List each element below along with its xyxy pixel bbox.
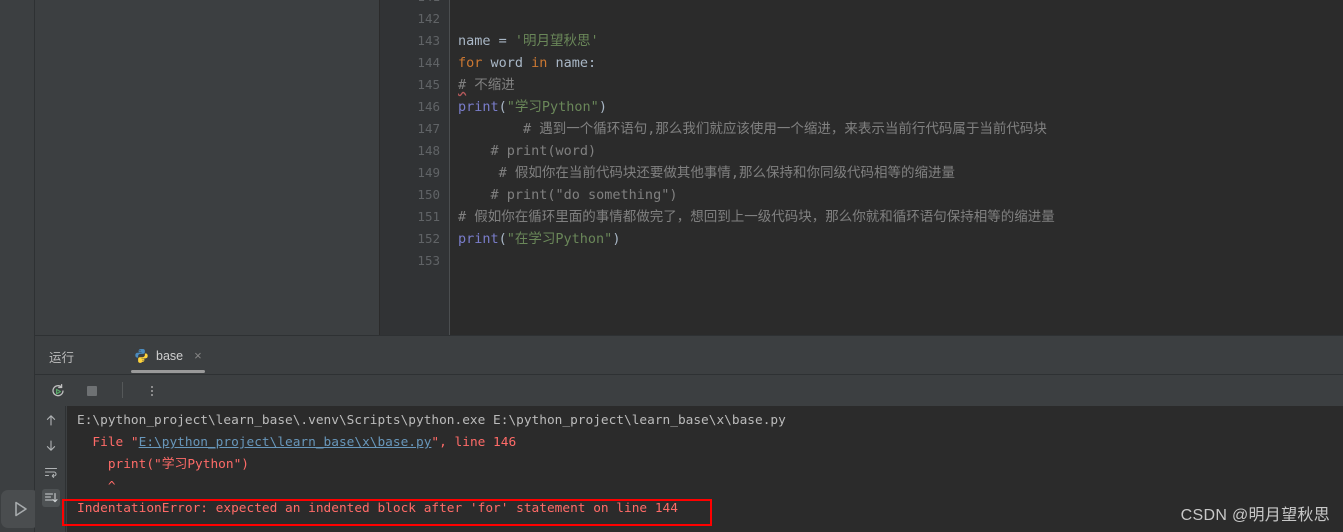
code-token: ( (498, 231, 507, 247)
console-text: E:\python_project\learn_base\.venv\Scrip… (77, 413, 786, 428)
line-number: 152 (417, 231, 440, 246)
line-number: 148 (417, 143, 440, 158)
line-number: 150 (417, 187, 440, 202)
code-token: # 遇到一个循环语句,那么我们就应该使用一个缩进，来表示当前行代码属于当前代码块 (458, 121, 1047, 137)
code-line[interactable]: print("在学习Python") (458, 228, 620, 250)
ide-window: 141 142 143 144 145 146 147 148 149 150 151 152 153… (0, 0, 1343, 532)
code-token: "学习Python" (506, 99, 599, 115)
line-number: 144 (417, 55, 440, 70)
code-line[interactable]: # print(word) (458, 140, 597, 162)
console-line: ^ (77, 476, 116, 498)
console-text: ", line 146 (431, 435, 517, 450)
line-number: 147 (417, 121, 440, 136)
code-lines[interactable]: name = '明月望秋思' for word in name: # 不缩进 prin… (451, 0, 1343, 335)
code-token: # print("do something") (458, 187, 678, 203)
soft-wrap-icon[interactable] (42, 463, 60, 481)
tab-label: base (156, 348, 184, 363)
line-number: 151 (417, 209, 440, 224)
console-line: E:\python_project\learn_base\.venv\Scrip… (77, 410, 786, 432)
code-editor[interactable]: 141 142 143 144 145 146 147 148 149 150 151 152 153… (380, 0, 1343, 335)
stop-icon[interactable] (83, 382, 100, 399)
code-token: '明月望秋思' (514, 33, 599, 49)
tool-window-title: 运行 (49, 351, 75, 365)
console-text: IndentationError: expected an indented b… (77, 501, 678, 516)
code-token: 不缩进 (466, 77, 515, 93)
code-token: ) (598, 99, 607, 115)
code-line[interactable]: # 假如你在循环里面的事情都做完了，想回到上一级代码块，那么你就和循环语句保持相… (458, 206, 1055, 228)
scroll-to-end-icon[interactable] (42, 489, 60, 507)
console-text: File " (77, 435, 139, 450)
code-token: print (458, 99, 499, 115)
run-tool-window: 运行 base × E:\python_project\learn_base\.… (35, 335, 1343, 532)
code-token: "在学习Python" (506, 231, 613, 247)
code-line[interactable]: # 假如你在当前代码块还要做其他事情,那么保持和你同级代码相等的缩进量 (458, 162, 955, 184)
console-text: print("学习Python") (77, 457, 249, 472)
code-token: ) (612, 231, 621, 247)
code-token: = (498, 33, 515, 49)
console-line: IndentationError: expected an indented b… (77, 498, 678, 520)
code-token: # (458, 77, 467, 93)
code-token: # 假如你在循环里面的事情都做完了，想回到上一级代码块，那么你就和循环语句保持相… (458, 209, 1055, 225)
rerun-icon[interactable] (49, 382, 66, 399)
more-options-icon[interactable] (143, 382, 160, 399)
console-gutter (35, 406, 66, 532)
toolbar-divider (122, 382, 123, 398)
watermark: CSDN @明月望秋思 (1180, 507, 1330, 524)
line-number: 142 (417, 11, 440, 26)
code-token: for (458, 55, 491, 71)
code-token: # print(word) (458, 143, 597, 159)
console-area: E:\python_project\learn_base\.venv\Scrip… (35, 406, 1343, 532)
code-token: print (458, 231, 499, 247)
code-token: name (458, 33, 499, 49)
scroll-up-icon[interactable] (42, 411, 60, 429)
line-number: 149 (417, 165, 440, 180)
console-line: File "E:\python_project\learn_base\x\bas… (77, 432, 516, 454)
code-line[interactable]: # 不缩进 (458, 74, 515, 96)
code-line[interactable]: for word in name: (458, 52, 596, 74)
code-token: # 假如你在当前代码块还要做其他事情,那么保持和你同级代码相等的缩进量 (458, 165, 956, 181)
editor-gutter[interactable]: 141 142 143 144 145 146 147 148 149 150 151 152 153 (380, 0, 450, 335)
code-token: word (490, 55, 532, 71)
code-line[interactable]: # print("do something") (458, 184, 678, 206)
console-text: ^ (77, 479, 116, 494)
tool-window-tabbar: 运行 base × (35, 336, 1343, 375)
line-number-partial: 141 (380, 0, 440, 8)
left-tool-strip (0, 0, 39, 532)
code-line[interactable]: # 遇到一个循环语句,那么我们就应该使用一个缩进，来表示当前行代码属于当前代码块 (458, 118, 1047, 140)
close-icon[interactable]: × (194, 349, 202, 362)
console-output[interactable]: E:\python_project\learn_base\.venv\Scrip… (67, 406, 1343, 532)
console-line: print("学习Python") (77, 454, 249, 476)
python-icon (135, 349, 148, 363)
code-token: name: (555, 55, 597, 71)
file-path-link[interactable]: E:\python_project\learn_base\x\base.py (139, 435, 432, 450)
tab-base[interactable]: base × (124, 336, 212, 375)
console-toolbar (35, 375, 1343, 406)
code-line[interactable]: name = '明月望秋思' (458, 30, 599, 52)
code-token: in (531, 55, 556, 71)
scroll-down-icon[interactable] (42, 437, 60, 455)
line-number: 145 (417, 77, 440, 92)
line-number: 146 (417, 99, 440, 114)
line-number: 153 (417, 253, 440, 268)
line-number: 143 (417, 33, 440, 48)
run-triangle-icon[interactable] (1, 490, 39, 528)
code-token: ( (498, 99, 507, 115)
upper-area: 141 142 143 144 145 146 147 148 149 150 151 152 153… (35, 0, 1343, 335)
code-line[interactable]: print("学习Python") (458, 96, 607, 118)
project-panel (35, 0, 380, 335)
